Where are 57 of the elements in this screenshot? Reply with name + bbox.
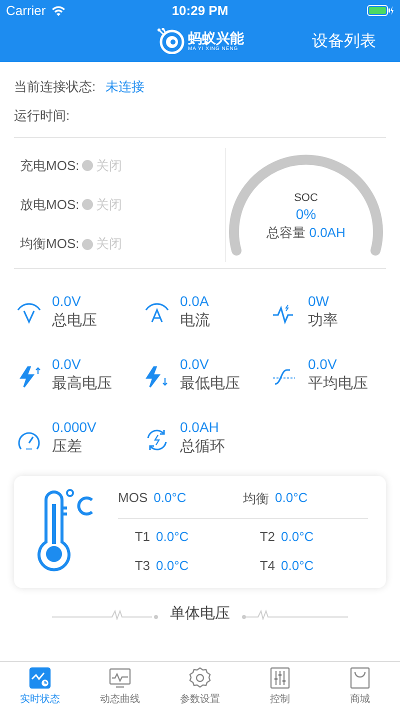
temperature-value: 0.0°C [281,528,314,544]
temperature-value: 0.0°C [154,490,186,506]
metric-value: 0.0V [52,293,82,309]
sensor-label: T1 [134,528,150,544]
wifi-icon [50,4,66,16]
tab[interactable]: 商城 [320,662,400,710]
metric-label: 功率 [308,311,338,330]
metric-label: 最高电压 [52,374,112,393]
bag-icon [349,666,371,688]
bolt-down-icon [144,364,170,390]
status-chart-icon [29,666,51,688]
gear-icon [189,666,211,688]
sensor-label: T4 [258,558,275,572]
metric-label: 压差 [52,437,83,456]
carrier-label: Carrier [6,2,46,18]
clock-time: 10:29 PM [172,2,228,18]
monitor-icon [109,666,131,688]
tab[interactable]: 控制 [240,662,320,710]
metric-label: 平均电压 [308,374,368,393]
mos-label: 充电MOS: [20,156,80,175]
temperature-value: 0.0°C [156,528,189,544]
sliders-icon [269,666,291,688]
connection-status: 未连接 [106,78,145,96]
device-list-button[interactable]: 设备列表 [312,26,376,56]
temperature-label: MOS [118,490,148,506]
temperature-value: 0.0°C [275,490,308,506]
tab[interactable]: 动态曲线 [80,662,160,710]
snail-logo-icon [155,28,185,54]
metric-value: 0.0V [180,356,210,372]
soc-label: SOC [294,192,318,204]
metric-value: 0.0AH [180,419,220,435]
capacity-label: 总容量 [266,225,306,240]
metric-value: 0.0V [308,356,338,372]
logo-name: 蚂蚁兴能 [188,30,244,46]
metric-value: 0.000V [52,419,96,435]
metric-value: 0.0V [52,356,82,372]
tab[interactable]: 参数设置 [160,662,240,710]
cell-voltage-heading: 单体电压 [170,604,230,623]
metric-label: 总循环 [180,437,225,456]
metric-label: 电流 [180,311,210,330]
temperature-label: 均衡 [243,490,269,508]
mos-label: 放电MOS: [20,196,80,214]
connection-label: 当前连接状态: [14,78,96,96]
temperature-value: 0.0°C [281,558,314,572]
tab[interactable]: 实时状态 [0,662,80,710]
metric-value: 0.0A [180,293,210,309]
sensor-label: T3 [134,558,150,572]
soc-value: 0% [296,206,316,222]
runtime-label: 运行时间: [14,107,70,125]
metric-label: 最低电压 [180,374,240,393]
metric-label: 总电压 [52,311,97,330]
battery-icon [367,4,394,16]
metric-value: 0W [308,293,330,309]
capacity-value: 0.0AH [309,225,346,240]
temperature-value: 0.0°C [156,558,189,572]
sensor-label: T2 [258,528,275,544]
mos-label: 均衡MOS: [20,235,80,254]
